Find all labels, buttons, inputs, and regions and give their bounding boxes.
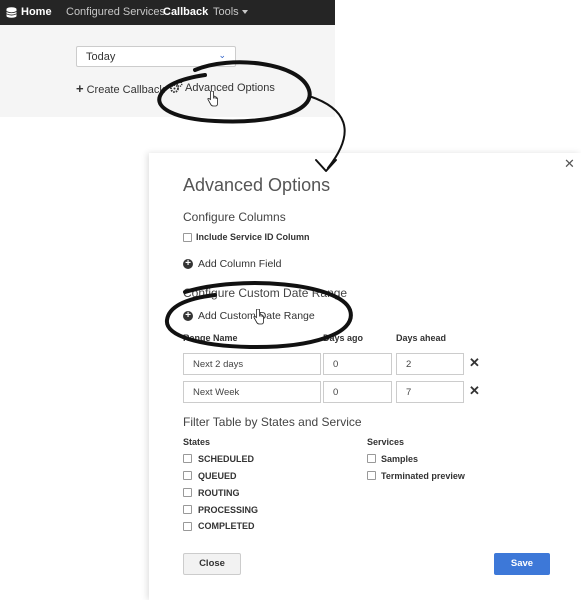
remove-row-icon[interactable]: ✕: [469, 355, 480, 371]
create-callback-label: Create Callback: [86, 84, 165, 96]
configure-columns-heading: Configure Columns: [183, 210, 286, 224]
service-label-terminated-preview: Terminated preview: [381, 471, 465, 481]
state-label-scheduled: SCHEDULED: [198, 454, 255, 464]
service-label-samples: Samples: [381, 454, 419, 464]
modal-title: Advanced Options: [183, 175, 331, 195]
caret-down-icon: [241, 10, 248, 15]
days-ago-input[interactable]: 0: [323, 353, 392, 375]
range-name-value: Next Week: [193, 387, 240, 398]
include-service-id-label: Include Service ID Column: [196, 232, 310, 242]
filter-table-heading: Filter Table by States and Service: [183, 415, 362, 429]
range-name-input[interactable]: Next 2 days: [183, 353, 321, 375]
close-button[interactable]: Close: [183, 553, 241, 575]
days-ago-value: 0: [333, 359, 339, 370]
state-checkbox-completed[interactable]: [183, 522, 192, 531]
chevron-down-icon: ⌄: [218, 50, 226, 60]
state-checkbox-processing[interactable]: [183, 505, 192, 514]
service-checkbox-terminated-preview[interactable]: [367, 471, 376, 480]
state-label-queued: QUEUED: [198, 471, 237, 481]
custom-date-range-heading: Configure Custom Date Range: [183, 286, 348, 300]
plus-circle-icon[interactable]: +: [183, 259, 193, 269]
date-filter-value: Today: [86, 51, 116, 63]
days-ahead-value: 7: [406, 387, 412, 398]
days-ahead-input[interactable]: 2: [396, 353, 464, 375]
close-icon[interactable]: ✕: [564, 156, 575, 172]
create-callback-button[interactable]: + Create Callback: [76, 81, 165, 96]
days-ahead-value: 2: [406, 359, 412, 370]
hand-cursor-icon: [253, 309, 264, 325]
column-header-days-ago: Days ago: [323, 333, 364, 343]
nav-home[interactable]: Home: [21, 0, 52, 25]
service-checkbox-samples[interactable]: [367, 454, 376, 463]
days-ago-value: 0: [333, 387, 339, 398]
nav-configured-services[interactable]: Configured Services: [66, 0, 165, 25]
home-icon: [6, 7, 17, 18]
state-checkbox-routing[interactable]: [183, 488, 192, 497]
remove-row-icon[interactable]: ✕: [469, 383, 480, 399]
nav-callback[interactable]: Callback: [163, 0, 208, 25]
date-filter-select[interactable]: Today ⌄: [76, 46, 236, 67]
state-checkbox-scheduled[interactable]: [183, 454, 192, 463]
days-ago-input[interactable]: 0: [323, 381, 392, 403]
state-label-processing: PROCESSING: [198, 505, 259, 515]
state-label-completed: COMPLETED: [198, 521, 255, 531]
save-button[interactable]: Save: [494, 553, 550, 575]
advanced-options-label: Advanced Options: [185, 82, 275, 94]
services-label: Services: [367, 437, 405, 447]
state-checkbox-queued[interactable]: [183, 471, 192, 480]
days-ahead-input[interactable]: 7: [396, 381, 464, 403]
plus-icon: +: [76, 81, 84, 96]
hand-cursor-icon: [207, 91, 218, 107]
nav-tools-label: Tools: [213, 6, 239, 18]
nav-tools[interactable]: Tools: [213, 0, 248, 25]
advanced-options-button[interactable]: Advanced Options: [170, 81, 275, 94]
state-label-routing: ROUTING: [198, 488, 240, 498]
gears-icon: [170, 81, 183, 93]
range-name-input[interactable]: Next Week: [183, 381, 321, 403]
column-header-days-ahead: Days ahead: [396, 333, 447, 343]
navbar: Home Configured Services Callback Tools: [0, 0, 335, 25]
add-column-field-button[interactable]: Add Column Field: [198, 258, 281, 270]
range-name-value: Next 2 days: [193, 359, 244, 370]
plus-circle-icon[interactable]: +: [183, 311, 193, 321]
column-header-range-name: Range Name: [183, 333, 238, 343]
include-service-id-checkbox[interactable]: [183, 233, 192, 242]
states-label: States: [183, 437, 211, 447]
